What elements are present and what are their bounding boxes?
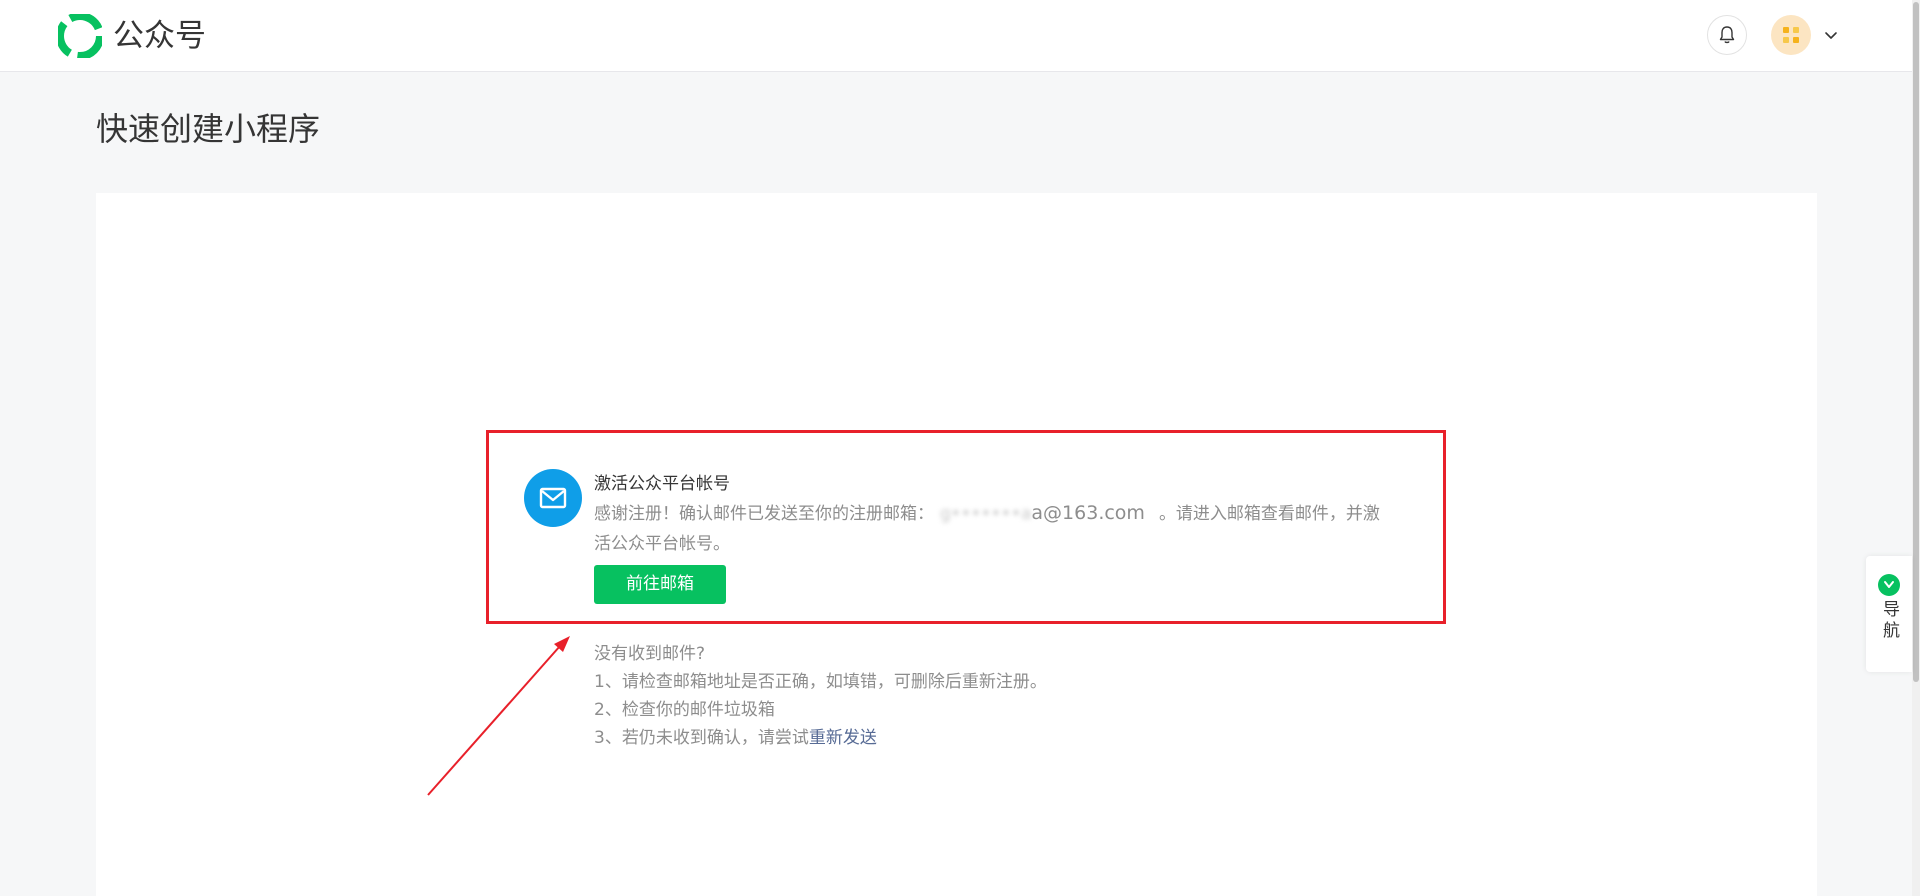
resend-link[interactable]: 重新发送 [809,728,877,748]
notification-button[interactable] [1707,15,1747,55]
help-item-2: 2、检查你的邮件垃圾箱 [594,700,775,720]
avatar-icon [1783,27,1799,43]
help-item-3: 3、若仍未收到确认，请尝试重新发送 [594,724,1047,752]
top-bar: 公众号 [0,0,1920,72]
activation-message: 感谢注册！确认邮件已发送至你的注册邮箱： g•••••••aa@163.com 。请… [594,498,1394,559]
side-nav-label: 导航 [1879,600,1899,642]
help-item-1: 1、请检查邮箱地址是否正确，如填错，可删除后重新注册。 [594,672,1047,692]
help-section: 没有收到邮件? 1、请检查邮箱地址是否正确，如填错，可删除后重新注册。 2、检查… [594,640,1047,752]
email-masked-part: g•••••••a [940,504,1032,524]
help-item-3-text: 3、若仍未收到确认，请尝试 [594,728,809,748]
email-visible-part: a@163.com [1031,502,1145,524]
chevron-down-icon[interactable] [1822,26,1840,44]
mail-icon-badge [524,469,582,527]
side-nav-button[interactable]: 导航 [1866,556,1912,672]
scrollbar-thumb[interactable] [1913,2,1919,682]
official-account-logo-icon[interactable] [58,14,102,58]
mail-icon [539,487,567,509]
go-to-mailbox-button[interactable]: 前往邮箱 [594,565,726,604]
brand-name[interactable]: 公众号 [113,16,206,56]
bell-icon [1719,26,1735,44]
activation-message-prefix: 感谢注册！确认邮件已发送至你的注册邮箱： [594,504,934,524]
help-heading: 没有收到邮件? [594,644,706,664]
activation-title: 激活公众平台帐号 [594,474,730,494]
page-title: 快速创建小程序 [96,110,321,148]
nav-icon [1878,574,1900,596]
avatar[interactable] [1771,15,1811,55]
annotation-arrow [427,636,570,796]
